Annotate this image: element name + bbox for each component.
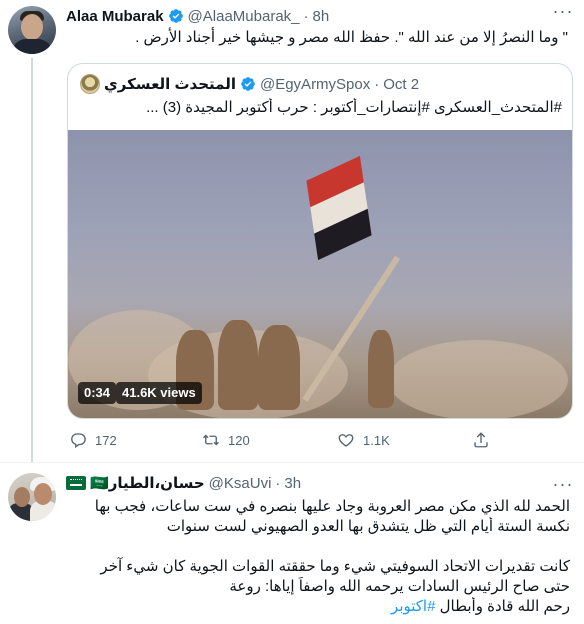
tweet-timestamp[interactable]: 3h xyxy=(284,475,301,492)
separator-dot: · xyxy=(275,474,281,492)
like-button[interactable]: 1.1K xyxy=(337,430,390,450)
author-handle[interactable]: @AlaaMubarak_ xyxy=(188,8,300,25)
tweet-header: Alaa Mubarak @AlaaMubarak_ · 8h xyxy=(66,6,329,26)
soldier-figure xyxy=(368,330,394,408)
retweet-button[interactable]: 120 xyxy=(202,430,250,450)
verified-badge-icon xyxy=(168,9,183,23)
quoted-author-handle: @EgyArmySpox xyxy=(259,75,371,93)
tweet-text-line xyxy=(66,537,570,557)
hashtag-link[interactable]: #اكتوبر xyxy=(391,598,435,615)
reply-button[interactable]: 172 xyxy=(69,430,117,450)
quoted-tweet[interactable]: المتحدث العسكري @EgyArmySpox · Oct 2 #ال… xyxy=(67,63,573,419)
author-handle[interactable]: @KsaUvi xyxy=(209,475,272,492)
more-options-button[interactable]: ··· xyxy=(548,475,578,499)
video-duration: 0:34 xyxy=(78,382,117,404)
tweet-text-line: كانت تقديرات الاتحاد السوفيتي شيء وما حق… xyxy=(100,558,570,575)
tweet-text-segment: رحم الله قادة وأبطال xyxy=(439,598,570,615)
tweet-text: الحمد لله الذي مكن مصر العروبة وجاد عليه… xyxy=(66,497,570,617)
video-views: 41.6K views xyxy=(116,382,202,404)
tweet-text-line: نكسة الستة أيام التي ظل يتشدق بها العدو … xyxy=(166,518,570,535)
tweet-text-line: حتى صاح الرئيس السادات يرحمه الله واصفاً… xyxy=(229,578,570,595)
egypt-flag xyxy=(306,155,372,261)
tweet-timestamp[interactable]: 8h xyxy=(313,8,330,25)
retweet-count: 120 xyxy=(228,432,250,448)
quoted-tweet-date: Oct 2 xyxy=(383,75,420,93)
quoted-author-name: المتحدث العسكري xyxy=(104,76,236,93)
tweet-text-line: الحمد لله الذي مكن مصر العروبة وجاد عليه… xyxy=(94,498,570,515)
saudi-flag-icon xyxy=(66,476,86,490)
heart-icon xyxy=(338,434,354,447)
soldier-figure xyxy=(258,325,300,410)
more-options-button[interactable]: ··· xyxy=(548,2,578,26)
quoted-tweet-header: المتحدث العسكري @EgyArmySpox · Oct 2 xyxy=(80,74,419,94)
tweet-ksauvi[interactable]: حسان،الطيار🇸🇦 @KsaUvi · 3h ··· الحمد لله… xyxy=(0,463,584,624)
retweet-icon xyxy=(203,434,219,446)
quoted-tweet-text: #المتحدث_العسكرى #إنتصارات_أكتوبر : حرب … xyxy=(146,99,562,116)
share-icon xyxy=(474,432,488,448)
verified-badge-icon xyxy=(241,77,255,91)
tweet-text-line: رحم الله قادة وأبطال #اكتوبر xyxy=(66,597,570,617)
reply-icon xyxy=(71,433,86,449)
separator-dot: · xyxy=(374,75,380,93)
share-button[interactable] xyxy=(472,430,490,450)
author-name[interactable]: Alaa Mubarak xyxy=(66,8,164,25)
separator-dot: · xyxy=(303,7,309,25)
soldier-figure xyxy=(218,320,258,410)
author-avatar[interactable] xyxy=(8,473,56,521)
reply-count: 172 xyxy=(95,432,117,448)
author-avatar[interactable] xyxy=(8,6,56,54)
thread-line xyxy=(31,58,33,462)
author-name[interactable]: حسان،الطيار🇸🇦 xyxy=(90,474,205,492)
tweet-header: حسان،الطيار🇸🇦 @KsaUvi · 3h xyxy=(66,473,301,493)
video-player[interactable]: 0:34 41.6K views xyxy=(68,130,572,418)
quoted-author-avatar xyxy=(80,74,100,94)
like-count: 1.1K xyxy=(363,432,390,448)
tweet-text: " وما النصرُ إلا من عند الله ". حفظ الله… xyxy=(135,29,568,46)
tweet-alaa-mubarak[interactable]: Alaa Mubarak @AlaaMubarak_ · 8h ··· " وم… xyxy=(0,0,584,462)
